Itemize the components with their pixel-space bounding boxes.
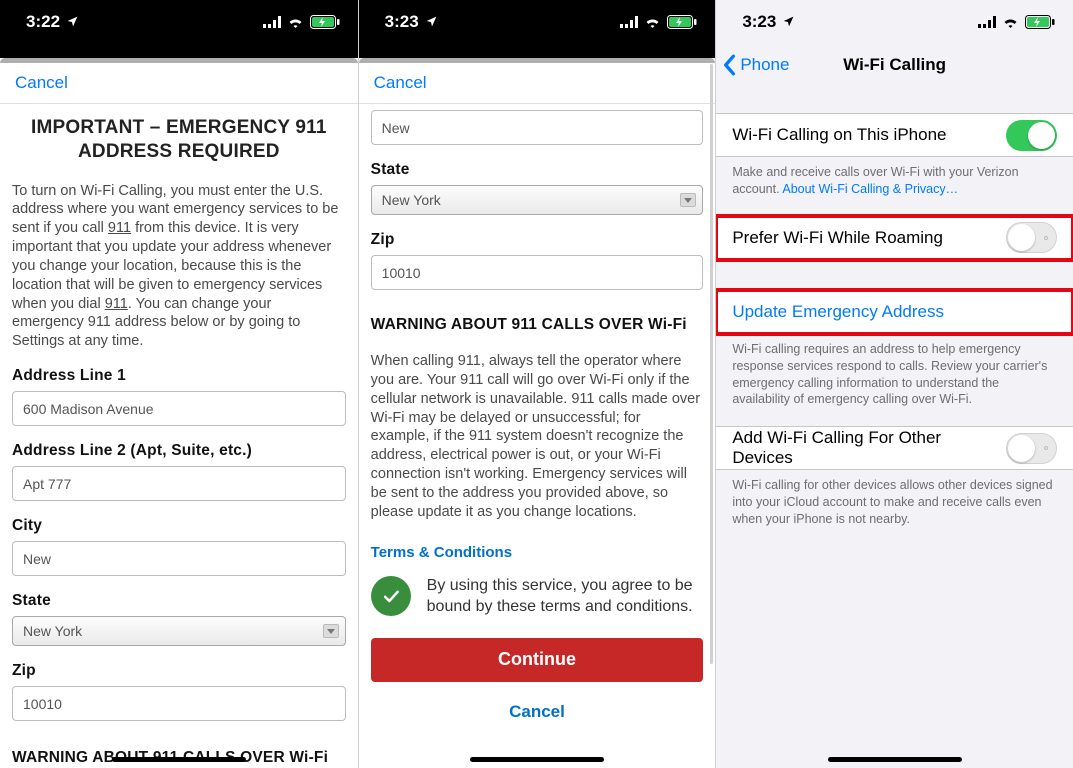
footer-wifi-calling: Make and receive calls over Wi-Fi with y… <box>716 157 1073 216</box>
label-state: State <box>12 592 346 610</box>
zip-input[interactable] <box>12 686 346 721</box>
address-line-2-input[interactable] <box>12 466 346 501</box>
switch-other-devices[interactable] <box>1006 433 1057 464</box>
sheet-header: Cancel <box>0 63 358 104</box>
battery-charging-icon <box>1025 15 1055 29</box>
row-label: Wi-Fi Calling on This iPhone <box>732 125 946 145</box>
home-indicator <box>112 757 246 762</box>
wifi-icon <box>287 16 304 28</box>
label-zip: Zip <box>12 662 346 680</box>
clock-label: 3:23 <box>742 12 776 32</box>
state-select[interactable]: New York <box>12 616 346 646</box>
status-bar: 3:23 <box>359 0 716 43</box>
label-zip: Zip <box>371 231 704 249</box>
scrollbar[interactable] <box>710 64 713 664</box>
row-prefer-wifi-roaming[interactable]: Prefer Wi-Fi While Roaming <box>716 216 1073 260</box>
back-button[interactable]: Phone <box>722 54 789 76</box>
checkmark-icon[interactable] <box>371 576 411 616</box>
battery-charging-icon <box>667 15 697 29</box>
state-select[interactable]: New York <box>371 185 704 215</box>
label-state: State <box>371 161 704 179</box>
row-add-wifi-calling-other-devices[interactable]: Add Wi-Fi Calling For Other Devices <box>716 426 1073 470</box>
location-icon <box>425 15 438 28</box>
nav-title: Wi-Fi Calling <box>843 55 946 75</box>
form-content: IMPORTANT – EMERGENCY 911 ADDRESS REQUIR… <box>0 104 358 768</box>
clock-label: 3:23 <box>385 12 419 32</box>
home-indicator <box>828 757 962 762</box>
switch-prefer-roaming[interactable] <box>1006 222 1057 253</box>
page-heading: IMPORTANT – EMERGENCY 911 ADDRESS REQUIR… <box>16 116 342 164</box>
zip-input[interactable] <box>371 255 704 290</box>
status-bar: 3:22 <box>0 0 358 43</box>
agree-text: By using this service, you agree to be b… <box>427 575 704 618</box>
switch-wifi-calling[interactable] <box>1006 120 1057 151</box>
cellular-icon <box>620 16 638 28</box>
warning-heading: WARNING ABOUT 911 CALLS OVER Wi-Fi <box>371 316 704 334</box>
label-address-2: Address Line 2 (Apt, Suite, etc.) <box>12 442 346 460</box>
footer-emergency-address: Wi-Fi calling requires an address to hel… <box>716 334 1073 427</box>
screen-2-terms: 3:23 Cancel State New York Zip WARNING A… <box>358 0 716 768</box>
battery-charging-icon <box>310 15 340 29</box>
row-update-emergency-address[interactable]: Update Emergency Address <box>716 290 1073 334</box>
cancel-button[interactable]: Cancel <box>15 73 68 93</box>
home-indicator <box>470 757 604 762</box>
row-label: Add Wi-Fi Calling For Other Devices <box>732 428 1006 468</box>
clock-label: 3:22 <box>26 12 60 32</box>
screen-1-emergency-address: 3:22 Cancel IMPORTANT – EMERGENCY 911 AD… <box>0 0 358 768</box>
terms-link[interactable]: Terms & Conditions <box>371 544 704 561</box>
screen-3-wifi-calling-settings: 3:23 Phone Wi-Fi Calling Wi-Fi Calling o… <box>715 0 1073 768</box>
cellular-icon <box>263 16 281 28</box>
warning-body: When calling 911, always tell the operat… <box>371 352 704 522</box>
continue-button[interactable]: Continue <box>371 638 704 682</box>
chevron-down-icon <box>680 193 696 207</box>
chevron-down-icon <box>323 624 339 638</box>
city-input[interactable] <box>12 541 346 576</box>
row-label: Update Emergency Address <box>732 302 944 322</box>
location-icon <box>66 15 79 28</box>
status-bar: 3:23 <box>716 0 1073 43</box>
footer-other-devices: Wi-Fi calling for other devices allows o… <box>716 470 1073 546</box>
wifi-icon <box>644 16 661 28</box>
link-privacy[interactable]: About Wi-Fi Calling & Privacy… <box>782 182 958 196</box>
address-line-1-input[interactable] <box>12 391 346 426</box>
row-wifi-calling-this-iphone[interactable]: Wi-Fi Calling on This iPhone <box>716 113 1073 157</box>
wifi-icon <box>1002 16 1019 28</box>
label-city: City <box>12 517 346 535</box>
cellular-icon <box>978 16 996 28</box>
form-content: State New York Zip WARNING ABOUT 911 CAL… <box>359 104 716 768</box>
cancel-button[interactable]: Cancel <box>374 73 427 93</box>
sheet-header: Cancel <box>359 63 716 104</box>
intro-paragraph: To turn on Wi-Fi Calling, you must enter… <box>12 182 346 352</box>
chevron-left-icon <box>722 54 736 76</box>
nav-bar: Phone Wi-Fi Calling <box>716 43 1073 87</box>
row-label: Prefer Wi-Fi While Roaming <box>732 228 943 248</box>
agree-row: By using this service, you agree to be b… <box>371 575 704 618</box>
settings-list: Wi-Fi Calling on This iPhone Make and re… <box>716 87 1073 768</box>
location-icon <box>782 15 795 28</box>
link-911[interactable]: 911 <box>108 220 131 236</box>
label-address-1: Address Line 1 <box>12 367 346 385</box>
link-911[interactable]: 911 <box>105 296 128 312</box>
cancel-button-bottom[interactable]: Cancel <box>371 690 704 734</box>
city-input[interactable] <box>371 110 704 145</box>
